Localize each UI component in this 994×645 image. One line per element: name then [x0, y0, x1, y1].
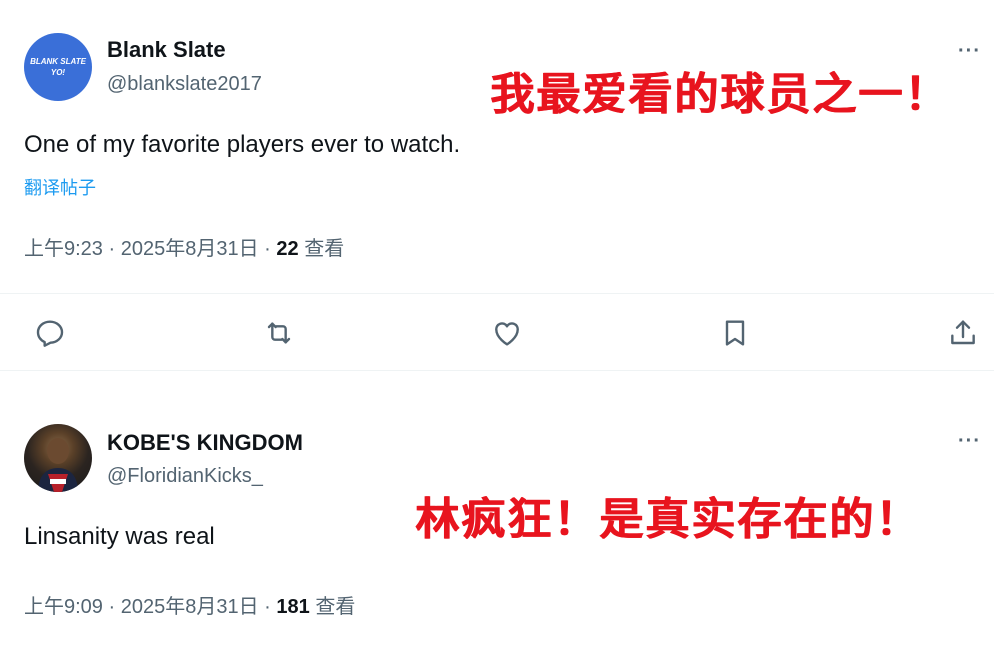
- display-name[interactable]: KOBE'S KINGDOM: [107, 430, 303, 456]
- views-label: 查看: [315, 596, 356, 618]
- views-count: 181: [276, 596, 310, 618]
- avatar-text-line1: BLANK SLATE: [30, 57, 86, 66]
- separator: ·: [264, 596, 271, 618]
- separator: ·: [108, 238, 116, 260]
- handle[interactable]: @FloridianKicks_: [107, 465, 263, 488]
- views-count: 22: [276, 238, 299, 260]
- tweet-text: One of my favorite players ever to watch…: [24, 131, 461, 158]
- tweet-time[interactable]: 上午9:23: [24, 238, 103, 260]
- reply-button[interactable]: [33, 316, 67, 350]
- divider: [0, 370, 994, 371]
- like-button[interactable]: [490, 316, 524, 350]
- annotation-overlay: 我最爱看的球员之一！: [490, 69, 950, 120]
- tweet-text: Linsanity was real: [24, 523, 215, 550]
- annotation-overlay: 林疯狂！是真实存在的！: [415, 494, 921, 545]
- divider: [0, 293, 994, 294]
- reply-icon: [36, 320, 64, 347]
- display-name[interactable]: Blank Slate: [107, 37, 226, 63]
- more-options-button[interactable]: ···: [958, 430, 981, 453]
- like-icon: [495, 322, 519, 346]
- bookmark-button[interactable]: [718, 316, 752, 350]
- tweet-time[interactable]: 上午9:09: [24, 596, 103, 618]
- separator: ·: [108, 596, 116, 618]
- tweet-metadata: 上午9:23 · 2025年8月31日 · 22 查看: [24, 232, 344, 261]
- more-options-button[interactable]: ···: [958, 40, 981, 63]
- share-button[interactable]: [946, 316, 980, 350]
- handle[interactable]: @blankslate2017: [107, 73, 262, 96]
- views-label: 查看: [304, 238, 345, 260]
- tweet-date[interactable]: 2025年8月31日: [121, 238, 259, 260]
- avatar-blank-slate[interactable]: BLANK SLATE YO!: [24, 33, 92, 101]
- translate-post-link[interactable]: 翻译帖子: [24, 174, 96, 200]
- tweet-date[interactable]: 2025年8月31日: [121, 596, 259, 618]
- retweet-icon: [267, 322, 291, 344]
- share-icon: [951, 320, 975, 345]
- tweet-metadata: 上午9:09 · 2025年8月31日 · 181 查看: [24, 590, 355, 619]
- avatar-kobes-kingdom[interactable]: [24, 424, 92, 492]
- separator: ·: [264, 238, 271, 260]
- bookmark-icon: [725, 320, 745, 346]
- player-photo-icon: [38, 438, 78, 492]
- retweet-button[interactable]: [262, 316, 296, 350]
- avatar-text-line2: YO!: [50, 68, 66, 77]
